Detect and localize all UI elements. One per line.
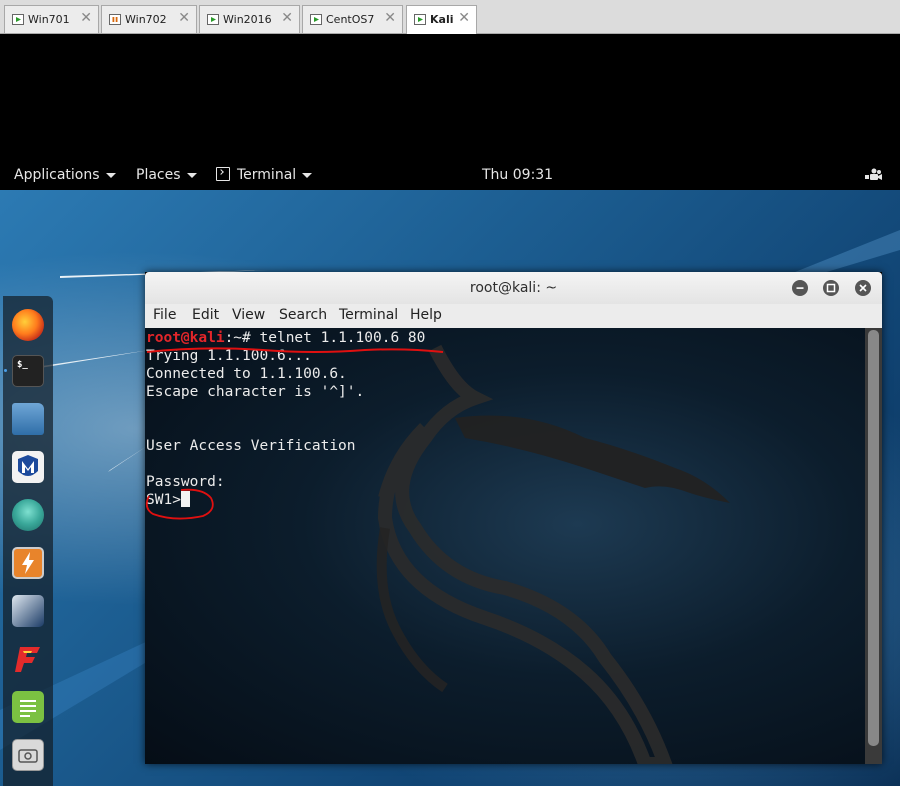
prompt-user: root@kali <box>146 330 225 346</box>
desktop-wallpaper: $_ root@kali: ~ File Edit View Search Te… <box>0 190 900 786</box>
scrollbar-thumb[interactable] <box>868 330 879 746</box>
vm-running-icon <box>207 14 219 25</box>
terminal-scrollbar[interactable] <box>865 328 882 764</box>
close-icon[interactable]: ✕ <box>458 10 470 26</box>
places-menu[interactable]: Places <box>136 167 197 183</box>
maltego-icon[interactable] <box>12 595 44 627</box>
vm-tab-label: Win701 <box>28 13 70 26</box>
menu-view[interactable]: View <box>232 307 265 323</box>
menu-search[interactable]: Search <box>279 307 327 323</box>
vm-display-area <box>0 34 900 160</box>
chevron-down-icon <box>302 172 313 178</box>
close-icon[interactable]: ✕ <box>80 10 92 26</box>
close-icon[interactable]: ✕ <box>384 10 396 26</box>
system-status-icon[interactable] <box>865 168 883 182</box>
chevron-down-icon <box>186 172 197 178</box>
vm-tab-label: Kali <box>430 13 454 26</box>
switch-prompt: SW1> <box>146 492 181 508</box>
terminal-icon[interactable]: $_ <box>12 355 44 387</box>
command-text: telnet 1.1.100.6 80 <box>259 330 426 346</box>
close-icon[interactable]: ✕ <box>178 10 190 26</box>
menu-file[interactable]: File <box>153 307 176 323</box>
firefox-icon[interactable] <box>12 309 44 341</box>
leafpad-icon[interactable] <box>12 691 44 723</box>
output-line: Password: <box>146 474 225 490</box>
menu-edit[interactable]: Edit <box>192 307 219 323</box>
metasploit-icon[interactable] <box>12 451 44 483</box>
clock[interactable]: Thu 09:31 <box>482 167 553 183</box>
vm-tab-win702[interactable]: Win702 ✕ <box>101 5 197 33</box>
close-icon <box>859 284 867 292</box>
minimize-icon <box>796 287 804 289</box>
screenshot-logo <box>18 749 38 763</box>
applications-label: Applications <box>14 167 100 183</box>
maximize-button[interactable] <box>823 280 839 296</box>
places-label: Places <box>136 167 181 183</box>
faraday-logo <box>15 647 40 672</box>
faraday-icon[interactable] <box>12 643 44 675</box>
vm-running-icon <box>414 14 426 25</box>
output-line: Escape character is '^]'. <box>146 384 365 400</box>
vm-tab-strip: Win701 ✕ Win702 ✕ Win2016 ✕ CentOS7 ✕ Ka… <box>0 0 900 34</box>
vm-tab-win701[interactable]: Win701 ✕ <box>4 5 99 33</box>
terminal-app-label: Terminal <box>237 167 297 183</box>
output-line: Connected to 1.1.100.6. <box>146 366 347 382</box>
vm-tab-kali[interactable]: Kali ✕ <box>406 5 477 34</box>
prompt-path: :~# <box>224 330 260 346</box>
burp-logo <box>22 552 34 574</box>
metasploit-logo <box>18 455 38 476</box>
terminal-app-menu[interactable]: Terminal <box>216 167 313 183</box>
window-title: root@kali: ~ <box>469 280 558 296</box>
terminal-body[interactable]: root@kali:~# telnet 1.1.100.6 80 Trying … <box>145 328 865 764</box>
terminal-menubar: File Edit View Search Terminal Help <box>145 304 882 329</box>
menu-help[interactable]: Help <box>410 307 442 323</box>
files-icon[interactable] <box>12 403 44 435</box>
vm-running-icon <box>12 14 24 25</box>
vm-tab-centos7[interactable]: CentOS7 ✕ <box>302 5 403 33</box>
terminal-titlebar[interactable]: root@kali: ~ <box>145 272 882 305</box>
vm-tab-label: CentOS7 <box>326 13 375 26</box>
gnome-top-bar: Applications Places Terminal Thu 09:31 <box>0 160 900 190</box>
vm-paused-icon <box>109 14 121 25</box>
close-button[interactable] <box>855 280 871 296</box>
dock: $_ <box>3 296 53 786</box>
terminal-icon <box>216 167 230 181</box>
armitage-icon[interactable] <box>12 499 44 531</box>
vm-tab-label: Win2016 <box>223 13 272 26</box>
cutycapt-icon[interactable] <box>12 739 44 771</box>
output-line: Trying 1.1.100.6... <box>146 348 312 364</box>
minimize-button[interactable] <box>792 280 808 296</box>
menu-terminal[interactable]: Terminal <box>339 307 398 323</box>
terminal-output: root@kali:~# telnet 1.1.100.6 80 Trying … <box>146 329 425 509</box>
vm-tab-win2016[interactable]: Win2016 ✕ <box>199 5 300 33</box>
running-indicator <box>4 369 7 372</box>
vm-tab-label: Win702 <box>125 13 167 26</box>
applications-menu[interactable]: Applications <box>14 167 116 183</box>
burpsuite-icon[interactable] <box>12 547 44 579</box>
chevron-down-icon <box>105 172 116 178</box>
vm-running-icon <box>310 14 322 25</box>
notes-lines <box>20 700 36 717</box>
output-line: User Access Verification <box>146 438 356 454</box>
close-icon[interactable]: ✕ <box>281 10 293 26</box>
terminal-window[interactable]: root@kali: ~ File Edit View Search Termi… <box>145 272 882 764</box>
maximize-icon <box>826 283 836 293</box>
text-cursor <box>180 491 190 507</box>
